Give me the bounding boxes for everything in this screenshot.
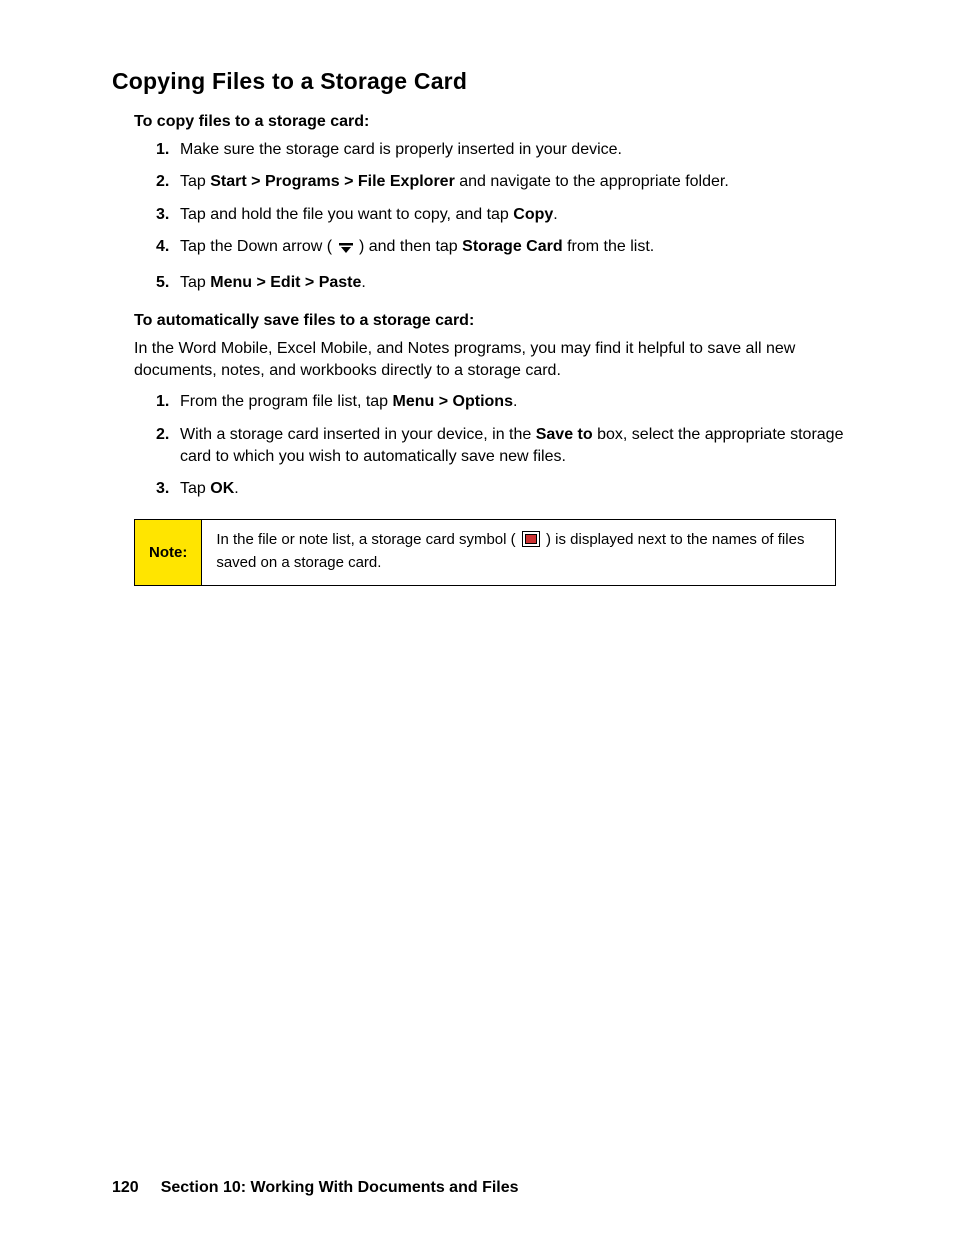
step-text: With a storage card inserted in your dev… xyxy=(180,426,536,443)
step-item: 3. Tap OK. xyxy=(156,478,864,500)
step-item: 4. Tap the Down arrow ( ) and then tap S… xyxy=(156,236,864,261)
step-bold: OK xyxy=(210,480,234,497)
page-title: Copying Files to a Storage Card xyxy=(112,68,864,95)
storage-card-icon xyxy=(522,531,540,553)
step-text: . xyxy=(513,393,517,410)
document-page: Copying Files to a Storage Card To copy … xyxy=(0,0,954,1235)
step-item: 1. Make sure the storage card is properl… xyxy=(156,139,864,161)
step-number: 1. xyxy=(156,139,169,161)
subheading-autosave: To automatically save files to a storage… xyxy=(134,312,864,330)
step-text: Tap xyxy=(180,173,210,190)
subheading-copy: To copy files to a storage card: xyxy=(134,113,864,131)
step-bold: Copy xyxy=(513,206,553,223)
step-bold: Storage Card xyxy=(462,238,562,255)
step-text: Tap the Down arrow ( xyxy=(180,238,337,255)
step-text: and navigate to the appropriate folder. xyxy=(455,173,729,190)
step-text: . xyxy=(234,480,238,497)
step-item: 5. Tap Menu > Edit > Paste. xyxy=(156,272,864,294)
step-item: 2. With a storage card inserted in your … xyxy=(156,424,864,469)
page-footer: 120 Section 10: Working With Documents an… xyxy=(112,1179,519,1197)
intro-paragraph: In the Word Mobile, Excel Mobile, and No… xyxy=(134,338,864,381)
step-text: . xyxy=(361,274,365,291)
note-callout: Note: In the file or note list, a storag… xyxy=(134,519,836,587)
step-number: 2. xyxy=(156,424,169,446)
step-item: 1. From the program file list, tap Menu … xyxy=(156,391,864,413)
step-bold: Start > Programs > File Explorer xyxy=(210,173,455,190)
down-arrow-icon xyxy=(339,239,353,261)
step-text: Tap and hold the file you want to copy, … xyxy=(180,206,513,223)
step-text: Make sure the storage card is properly i… xyxy=(180,141,622,158)
step-bold: Menu > Edit > Paste xyxy=(210,274,361,291)
step-text: ) and then tap xyxy=(355,238,463,255)
step-item: 2. Tap Start > Programs > File Explorer … xyxy=(156,171,864,193)
step-item: 3. Tap and hold the file you want to cop… xyxy=(156,204,864,226)
step-bold: Save to xyxy=(536,426,593,443)
note-label: Note: xyxy=(135,520,202,586)
steps-list-copy: 1. Make sure the storage card is properl… xyxy=(134,139,864,294)
step-number: 1. xyxy=(156,391,169,413)
step-text: from the list. xyxy=(563,238,655,255)
step-bold: Menu > Options xyxy=(393,393,513,410)
step-text: Tap xyxy=(180,480,210,497)
section-copy-files: To copy files to a storage card: 1. Make… xyxy=(134,113,864,586)
note-content: In the file or note list, a storage card… xyxy=(202,520,835,586)
step-text: From the program file list, tap xyxy=(180,393,393,410)
step-text: . xyxy=(553,206,557,223)
step-number: 3. xyxy=(156,204,169,226)
footer-section-title: Section 10: Working With Documents and F… xyxy=(161,1179,519,1196)
steps-list-autosave: 1. From the program file list, tap Menu … xyxy=(134,391,864,501)
step-number: 3. xyxy=(156,478,169,500)
step-number: 2. xyxy=(156,171,169,193)
step-text: Tap xyxy=(180,274,210,291)
step-number: 4. xyxy=(156,236,169,258)
note-text: In the file or note list, a storage card… xyxy=(216,531,519,548)
step-number: 5. xyxy=(156,272,169,294)
page-number: 120 xyxy=(112,1179,139,1197)
